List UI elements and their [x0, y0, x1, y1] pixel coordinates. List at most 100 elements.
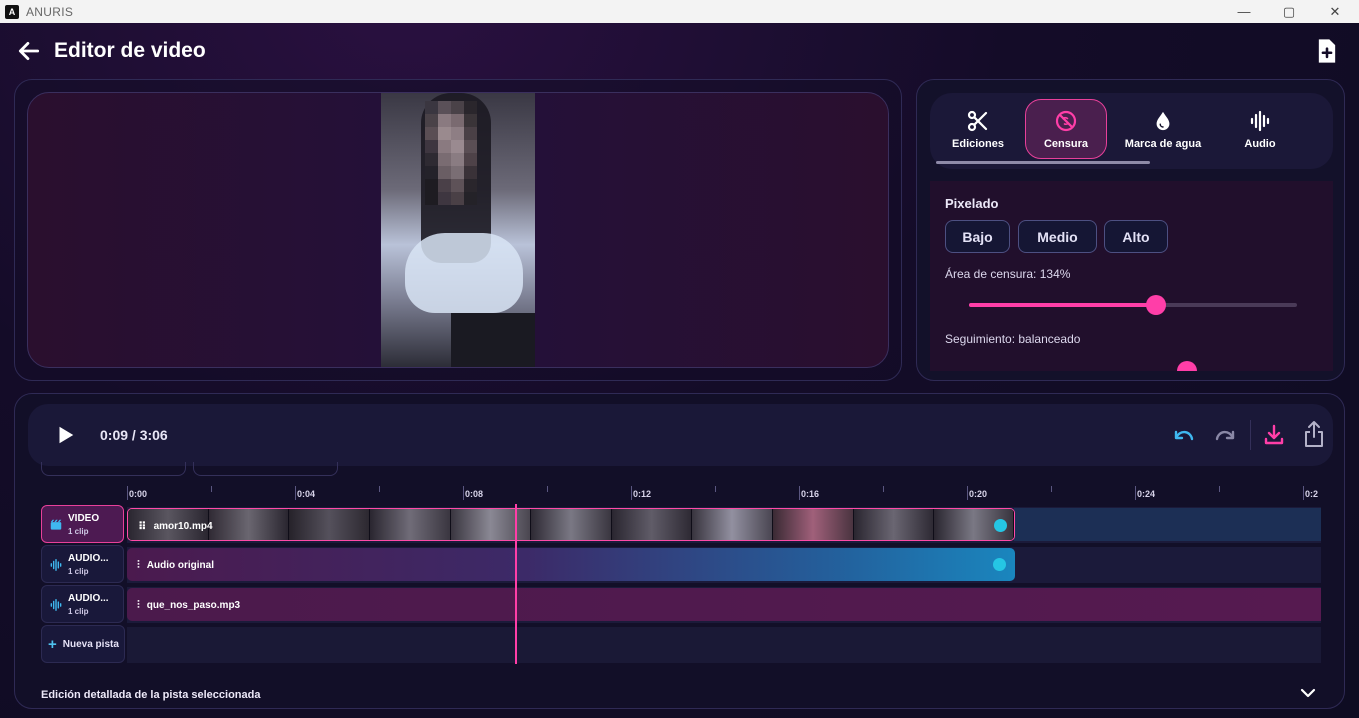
waveform-icon: ⫶	[137, 559, 140, 571]
app-title: ANURIS	[26, 4, 74, 19]
audio-clip-original[interactable]: ⫶ Audio original	[127, 548, 1015, 581]
close-button[interactable]: ✕	[1312, 0, 1358, 23]
track-detail-label: Edición detallada de la pista selecciona…	[41, 689, 261, 701]
new-track-button[interactable]: + Nueva pista	[41, 625, 125, 663]
share-button[interactable]	[1302, 420, 1326, 448]
tab-label: Ediciones	[952, 137, 1004, 150]
mute-badge-icon[interactable]	[993, 558, 1006, 571]
track-name: AUDIO...	[68, 593, 109, 604]
tools-tabs: Ediciones Censura Marca de agua Audio	[930, 93, 1333, 169]
video-frame	[381, 93, 535, 367]
tick-label: 0:2	[1305, 489, 1319, 499]
track-header-audio-1[interactable]: AUDIO... 1 clip	[41, 545, 124, 583]
clip-name: Audio original	[146, 560, 214, 571]
hidden-toolbar-button[interactable]	[193, 462, 338, 476]
track-clip-count: 1 clip	[68, 527, 89, 536]
waveform-icon	[50, 599, 62, 611]
toolbar-divider	[1250, 420, 1251, 450]
censor-area-label: Área de censura: 134%	[945, 267, 1071, 281]
timeline-ruler[interactable]: 0:00 0:04 0:08 0:12 0:16 0:20 0:24 0:2	[127, 482, 1323, 502]
new-project-button[interactable]	[1313, 37, 1341, 65]
minimize-button[interactable]: —	[1221, 0, 1267, 23]
track-clip-count: 1 clip	[68, 567, 89, 576]
pixel-section-label: Pixelado	[945, 196, 999, 211]
tick-label: 0:24	[1137, 489, 1156, 499]
share-icon	[1305, 421, 1323, 447]
arrow-left-icon	[18, 42, 40, 60]
tick-label: 0:00	[129, 489, 148, 499]
new-track-label: Nueva pista	[62, 638, 119, 650]
preview-panel	[14, 79, 902, 381]
undo-icon	[1174, 430, 1194, 441]
censor-badge-icon[interactable]	[994, 519, 1007, 532]
waveform-icon	[1250, 110, 1270, 131]
maximize-button[interactable]: ▢	[1266, 0, 1312, 23]
track-clip-count: 1 clip	[68, 607, 89, 616]
pixel-high-button[interactable]: Alto	[1104, 220, 1168, 253]
hidden-toolbar-button[interactable]	[41, 462, 186, 476]
tick-label: 0:16	[801, 489, 820, 499]
scissors-icon	[967, 110, 988, 131]
clip-label: ⫶ Audio original	[137, 559, 214, 572]
page-title: Editor de video	[54, 39, 206, 62]
waveform-icon: ⫶	[137, 599, 140, 611]
back-button[interactable]	[16, 38, 42, 64]
tick-label: 0:20	[969, 489, 988, 499]
clip-label: ⠿ amor10.mp4	[138, 520, 213, 533]
time-display: 0:09 / 3:06	[100, 427, 168, 443]
clip-label: ⫶ que_nos_paso.mp3	[137, 599, 240, 612]
tick-label: 0:04	[297, 489, 316, 499]
transport-bar: 0:09 / 3:06	[28, 404, 1333, 466]
censor-icon	[1055, 110, 1077, 131]
tab-audio[interactable]: Audio	[1218, 99, 1302, 159]
redo-button[interactable]	[1213, 424, 1237, 448]
slider-fill	[969, 303, 1156, 307]
censor-settings: Pixelado Bajo Medio Alto Área de censura…	[930, 181, 1333, 371]
clip-name: que_nos_paso.mp3	[146, 600, 241, 611]
play-button[interactable]	[54, 424, 76, 446]
undo-button[interactable]	[1172, 424, 1196, 448]
track-header-audio-2[interactable]: AUDIO... 1 clip	[41, 585, 124, 623]
slider-thumb[interactable]	[1145, 295, 1166, 315]
censor-area-slider[interactable]	[969, 295, 1297, 315]
window-titlebar: A ANURIS — ▢ ✕	[0, 0, 1359, 23]
app-logo-icon: A	[5, 4, 19, 19]
clip-thumbnails	[128, 509, 1014, 540]
drop-icon	[1156, 111, 1170, 130]
waveform-icon	[50, 559, 62, 571]
pixel-low-button[interactable]: Bajo	[945, 220, 1010, 253]
tab-marca-de-agua[interactable]: Marca de agua	[1116, 99, 1210, 159]
download-button[interactable]	[1262, 422, 1286, 448]
timeline-panel: 0:09 / 3:06 0:00 0:04 0:08 0:12 0:16 0:2…	[14, 393, 1345, 709]
clip-name: amor10.mp4	[153, 521, 213, 532]
pixel-medium-button[interactable]: Medio	[1018, 220, 1097, 253]
file-plus-icon	[1318, 39, 1336, 63]
tick-label: 0:08	[465, 489, 484, 499]
audio-clip-music[interactable]: ⫶ que_nos_paso.mp3	[127, 588, 1321, 621]
tab-label: Marca de agua	[1124, 137, 1202, 150]
tab-censura[interactable]: Censura	[1025, 99, 1107, 159]
film-icon	[50, 519, 62, 530]
tab-label: Audio	[1244, 137, 1276, 150]
play-icon	[59, 426, 74, 444]
track-name: AUDIO...	[68, 553, 109, 564]
video-preview[interactable]	[27, 92, 889, 368]
chevron-down-icon	[1300, 688, 1316, 698]
tabs-scrollbar[interactable]	[936, 161, 1150, 164]
tab-ediciones[interactable]: Ediciones	[936, 99, 1020, 159]
tracking-label: Seguimiento: balanceado	[945, 332, 1081, 346]
track-header-video[interactable]: VIDEO 1 clip	[41, 505, 124, 543]
tab-label: Censura	[1043, 137, 1089, 150]
video-clip[interactable]: ⠿ amor10.mp4	[127, 508, 1015, 541]
tick-label: 0:12	[633, 489, 652, 499]
playhead[interactable]	[515, 504, 517, 664]
drag-handle-icon[interactable]: ⠿	[138, 520, 147, 533]
track-row-empty[interactable]	[127, 627, 1321, 663]
expand-details-button[interactable]	[1299, 686, 1317, 700]
tracking-slider-thumb[interactable]	[1177, 361, 1197, 371]
tools-panel: Ediciones Censura Marca de agua Audio Pi…	[916, 79, 1345, 381]
track-name: VIDEO	[68, 513, 100, 524]
download-icon	[1264, 424, 1284, 445]
plus-icon: +	[48, 635, 57, 653]
redo-icon	[1215, 430, 1235, 441]
